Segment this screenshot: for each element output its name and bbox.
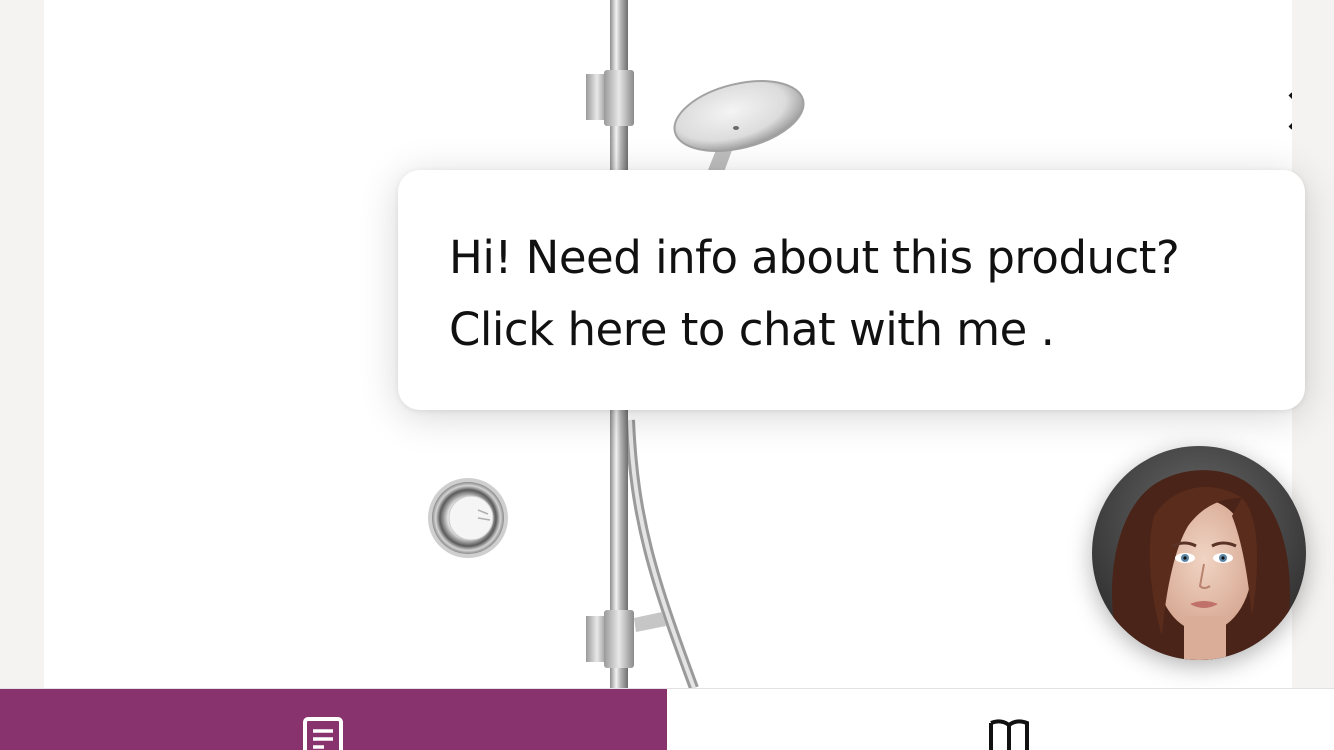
product-page: Hi! Need info about this product? Click … xyxy=(0,0,1334,750)
book-icon xyxy=(989,719,1029,750)
chat-prompt-line-2: Click here to chat with me . xyxy=(449,303,1055,356)
document-icon xyxy=(303,717,343,750)
tab-details[interactable] xyxy=(0,689,667,750)
assistant-avatar[interactable] xyxy=(1092,446,1306,660)
bottom-tab-bar xyxy=(0,688,1334,750)
avatar-portrait xyxy=(1092,446,1306,660)
chat-prompt-line-1: Hi! Need info about this product? xyxy=(449,231,1180,284)
close-button[interactable] xyxy=(1280,84,1292,138)
chat-prompt-bubble[interactable]: Hi! Need info about this product? Click … xyxy=(398,170,1305,410)
close-icon xyxy=(1288,92,1292,130)
tab-catalog[interactable] xyxy=(667,689,1334,750)
